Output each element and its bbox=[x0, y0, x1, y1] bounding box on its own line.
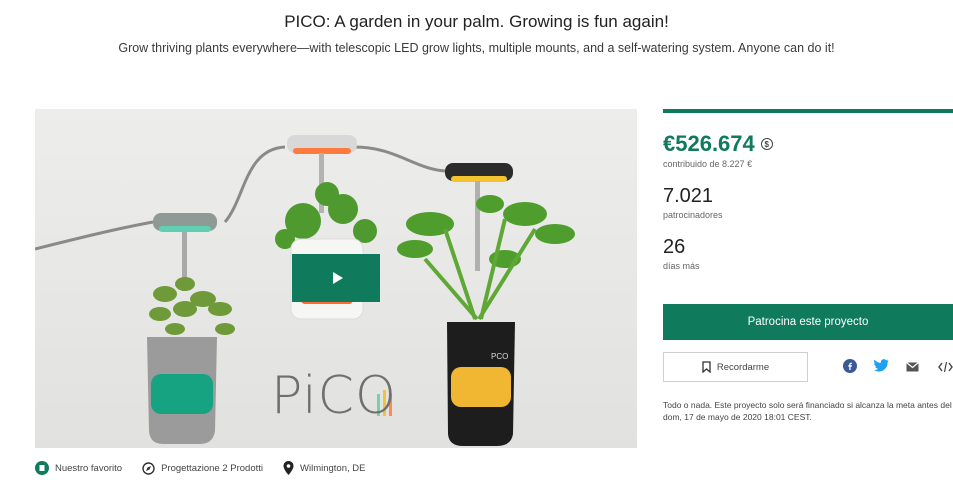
project-meta: Nuestro favorito Progettazione 2 Prodott… bbox=[35, 461, 385, 475]
kickstarter-badge-icon bbox=[35, 461, 49, 475]
project-title: PICO: A garden in your palm. Growing is … bbox=[284, 12, 669, 31]
remind-me-button[interactable]: Recordarme bbox=[663, 352, 808, 382]
project-subtitle: Grow thriving plants everywhere—with tel… bbox=[118, 41, 835, 55]
goal-text: contribuido de 8.227 € bbox=[663, 159, 753, 169]
back-project-button[interactable]: Patrocina este proyecto bbox=[663, 304, 953, 340]
play-icon bbox=[332, 272, 343, 284]
svg-text:PCO: PCO bbox=[491, 352, 508, 361]
meta-category-label: Progettazione 2 Prodotti bbox=[161, 462, 263, 474]
project-video[interactable]: PCO PiCO bbox=[35, 109, 637, 448]
meta-category[interactable]: Progettazione 2 Prodotti bbox=[142, 461, 263, 475]
pico-logo: PiCO bbox=[271, 366, 397, 426]
twitter-icon[interactable] bbox=[874, 359, 889, 372]
facebook-icon[interactable] bbox=[843, 359, 857, 373]
bookmark-icon bbox=[702, 361, 711, 373]
backers-count: 7.021 bbox=[663, 185, 714, 207]
days-left: 26 bbox=[663, 236, 686, 258]
location-pin-icon bbox=[283, 461, 294, 475]
pledged-amount: €526.674 $ bbox=[663, 131, 953, 157]
play-button[interactable] bbox=[292, 254, 380, 302]
funding-progress-bar bbox=[663, 109, 953, 113]
funding-stats: €526.674 $ contribuido de 8.227 € 7.021 … bbox=[663, 109, 953, 271]
meta-favorite[interactable]: Nuestro favorito bbox=[35, 461, 122, 475]
meta-location-label: Wilmington, DE bbox=[300, 462, 366, 474]
backers-label: patrocinadores bbox=[663, 210, 723, 220]
email-icon[interactable] bbox=[906, 362, 919, 372]
all-or-nothing-note: Todo o nada. Este proyecto solo será fin… bbox=[663, 400, 952, 422]
days-label: días más bbox=[663, 261, 700, 271]
embed-icon[interactable] bbox=[938, 361, 953, 373]
info-icon[interactable]: $ bbox=[760, 138, 773, 150]
remind-me-label: Recordarme bbox=[716, 361, 770, 373]
compass-icon bbox=[142, 461, 155, 475]
pledged-value: €526.674 bbox=[663, 131, 755, 156]
meta-location[interactable]: Wilmington, DE bbox=[283, 461, 365, 475]
meta-favorite-label: Nuestro favorito bbox=[55, 462, 123, 474]
